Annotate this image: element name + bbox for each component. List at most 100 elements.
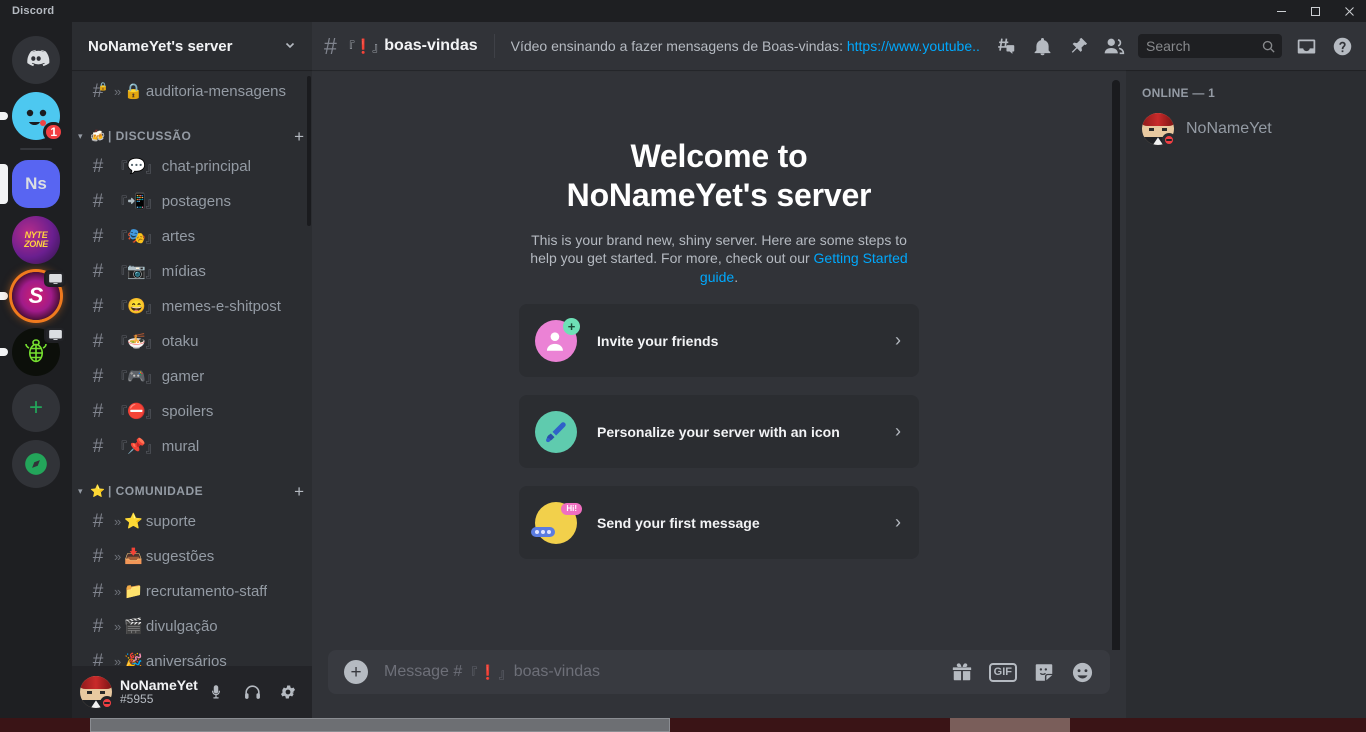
taskbar-segment[interactable] [670, 718, 950, 732]
pin-icon[interactable] [1062, 30, 1094, 62]
step-personalize-server[interactable]: Personalize your server with an icon › [519, 395, 919, 469]
channel-emoji: ❗ [479, 663, 497, 680]
channel-list[interactable]: # 🔒 » 🔒 auditoria-mensagens ▾ 🍻 | DISCUS… [72, 70, 312, 666]
channel-emoji: 🎬 [124, 617, 143, 635]
channel-gamer[interactable]: # 『 🎮 』 gamer [80, 359, 304, 393]
message-scrollbar[interactable] [1112, 80, 1120, 650]
members-icon[interactable] [1098, 30, 1130, 62]
guild-item-home[interactable] [0, 32, 72, 88]
guild-pill-s [0, 292, 8, 300]
user-identity[interactable]: NoNameYet #5955 [120, 677, 200, 707]
guild-item-explore[interactable] [0, 436, 72, 492]
typing-dots-icon [531, 526, 555, 537]
emoji-icon[interactable] [1071, 661, 1094, 684]
taskbar-segment[interactable] [950, 718, 1070, 732]
channel-aniversarios[interactable]: # » 🎉 aniversários [80, 644, 304, 667]
sticker-icon[interactable] [1033, 661, 1055, 683]
close-button[interactable] [1332, 0, 1366, 22]
channel-name: aniversários [145, 652, 227, 667]
nyte-zone-icon[interactable]: NYTE ZONE [12, 216, 60, 264]
topbar-divider [493, 34, 495, 58]
message-input[interactable]: Message # 『 ❗ 』 boas-vindas [384, 663, 951, 682]
message-composer[interactable]: + Message # 『 ❗ 』 boas-vindas GIF [328, 650, 1110, 694]
channel-midias[interactable]: # 『 📷 』 mídias [80, 254, 304, 288]
gift-icon[interactable] [951, 661, 973, 683]
taskbar-segment[interactable] [0, 718, 90, 732]
channel-mural[interactable]: # 『 📌 』 mural [80, 429, 304, 463]
microphone-icon[interactable] [200, 676, 232, 708]
create-channel-button[interactable]: + [294, 128, 304, 145]
taskbar-segment[interactable] [1070, 718, 1366, 732]
channel-emoji: 🍜 [127, 332, 146, 350]
taskbar-active-window[interactable] [90, 718, 670, 732]
guild-rail[interactable]: 1 Ns NYTE ZONE S + [0, 22, 72, 718]
channel-auditoria-mensagens[interactable]: # 🔒 » 🔒 auditoria-mensagens [80, 74, 304, 108]
help-icon[interactable] [1326, 30, 1358, 62]
channel-emoji: 🎮 [127, 367, 146, 385]
hash-glyph: # [92, 510, 104, 532]
guild-item-add-server[interactable]: + [0, 380, 72, 436]
category-comunidade[interactable]: ▾ ⭐ | COMUNIDADE + [72, 479, 312, 503]
channel-sugestoes[interactable]: # » 📥 sugestões [80, 539, 304, 573]
channel-topic-link[interactable]: https://www.youtube.. [847, 38, 980, 54]
channel-artes[interactable]: # 『 🎭 』 artes [80, 219, 304, 253]
channel-chat-principal[interactable]: # 『 💬 』 chat-principal [80, 149, 304, 183]
channel-memes-e-shitpost[interactable]: # 『 😄 』 memes-e-shitpost [80, 289, 304, 323]
os-taskbar[interactable] [0, 718, 1366, 732]
bracket-open: 『 [114, 229, 128, 245]
user-panel: NoNameYet #5955 [72, 666, 312, 718]
category-label: | DISCUSSÃO [107, 129, 192, 143]
avatar[interactable] [80, 676, 114, 710]
guild-item-ns-server[interactable]: Ns [0, 156, 72, 212]
inbox-icon[interactable] [1290, 30, 1322, 62]
hash-glyph: # [92, 400, 104, 422]
chevron-down-icon [284, 39, 296, 54]
avatar-eyes [87, 691, 105, 694]
bell-icon[interactable] [1026, 30, 1058, 62]
channel-recrutamento-staff[interactable]: # » 📁 recrutamento-staff [80, 574, 304, 608]
channel-emoji: ⭐ [124, 512, 143, 530]
channel-postagens[interactable]: # 『 📲 』 postagens [80, 184, 304, 218]
channel-emoji: 🎉 [124, 652, 143, 667]
ns-server-icon[interactable]: Ns [12, 160, 60, 208]
add-server-icon[interactable]: + [12, 384, 60, 432]
chevron-right-icon: › [895, 421, 901, 442]
hi-bubble-icon: Hi! [561, 502, 582, 515]
attach-button[interactable]: + [344, 660, 368, 684]
guild-item-hop-server[interactable] [0, 324, 72, 380]
discord-home-icon[interactable] [12, 36, 60, 84]
list-item[interactable]: NoNameYet [1134, 108, 1358, 150]
step-label: Invite your friends [597, 332, 719, 349]
channel-otaku[interactable]: # 『 🍜 』 otaku [80, 324, 304, 358]
channel-topic[interactable]: Vídeo ensinando a fazer mensagens de Boa… [511, 38, 982, 54]
step-invite-friends[interactable]: + Invite your friends › [519, 304, 919, 378]
sidebar-scrollbar[interactable] [307, 76, 311, 226]
threads-icon[interactable] [990, 30, 1022, 62]
step-first-message[interactable]: Hi! Send your first message › [519, 486, 919, 560]
bracket-close: 』 [145, 404, 159, 420]
gear-icon[interactable] [272, 676, 304, 708]
channel-name: divulgação [145, 617, 218, 635]
channel-name: mídias [161, 262, 206, 280]
guild-item-dm[interactable]: 1 [0, 88, 72, 144]
guild-item-nyte-zone[interactable]: NYTE ZONE [0, 212, 72, 268]
search-input[interactable]: Search [1138, 34, 1282, 58]
guild-item-s-server[interactable]: S [0, 268, 72, 324]
channel-name: postagens [161, 192, 231, 210]
minimize-button[interactable] [1264, 0, 1298, 22]
headphones-icon[interactable] [236, 676, 268, 708]
channel-spoilers[interactable]: # 『 ⛔ 』 spoilers [80, 394, 304, 428]
channel-divulgacao[interactable]: # » 🎬 divulgação [80, 609, 304, 643]
compass-icon[interactable] [12, 440, 60, 488]
message-scroller[interactable]: Welcome to NoNameYet's server This is yo… [312, 70, 1126, 650]
gif-icon[interactable]: GIF [988, 662, 1017, 682]
step-label: Send your first message [597, 514, 760, 531]
channel-suporte[interactable]: # » ⭐ suporte [80, 504, 304, 538]
welcome-subtitle-end: . [734, 268, 739, 285]
channel-emoji: 📌 [127, 437, 146, 455]
create-channel-button[interactable]: + [294, 483, 304, 500]
chevron-down-icon: ▾ [78, 485, 83, 496]
server-header-dropdown[interactable]: NoNameYet's server [72, 22, 312, 70]
maximize-button[interactable] [1298, 0, 1332, 22]
category-discussao[interactable]: ▾ 🍻 | DISCUSSÃO + [72, 124, 312, 148]
